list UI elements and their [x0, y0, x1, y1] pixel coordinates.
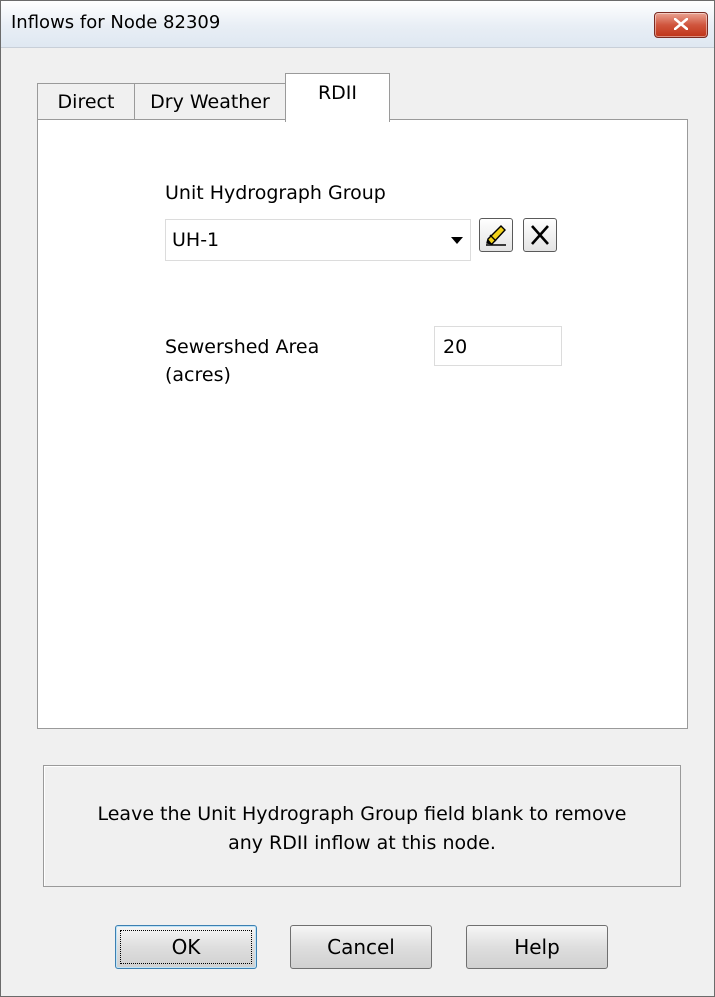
close-icon [674, 18, 688, 30]
hint-box: Leave the Unit Hydrograph Group field bl… [43, 765, 681, 887]
cancel-button-label: Cancel [327, 935, 395, 959]
tab-direct[interactable]: Direct [37, 83, 135, 120]
help-button[interactable]: Help [466, 925, 608, 969]
ok-button[interactable]: OK [115, 925, 257, 969]
hint-text: Leave the Unit Hydrograph Group field bl… [44, 800, 680, 858]
help-button-label: Help [514, 935, 560, 959]
rdii-tab-panel: Unit Hydrograph Group UH-1 Sewershed Are… [37, 119, 688, 729]
tab-rdii[interactable]: RDII [285, 73, 390, 122]
sewershed-area-input[interactable]: 20 [434, 326, 562, 366]
edit-pencil-icon [486, 225, 506, 246]
cancel-button[interactable]: Cancel [290, 925, 432, 969]
chevron-down-icon [451, 237, 463, 244]
focus-rectangle [120, 930, 252, 964]
delete-unit-hydrograph-button[interactable] [523, 218, 557, 252]
sewershed-area-label-line1: Sewershed Area [165, 336, 320, 358]
unit-hydrograph-select[interactable]: UH-1 [165, 219, 471, 261]
title-bar: Inflows for Node 82309 [1, 1, 714, 48]
hint-line1: Leave the Unit Hydrograph Group field bl… [97, 803, 627, 825]
sewershed-area-label-line2: (acres) [165, 364, 231, 386]
tab-dry-weather[interactable]: Dry Weather [134, 83, 286, 120]
close-button[interactable] [654, 12, 708, 38]
sewershed-area-label: Sewershed Area (acres) [165, 333, 319, 389]
inflows-dialog: Inflows for Node 82309 Direct Dry Weathe… [0, 0, 715, 997]
edit-unit-hydrograph-button[interactable] [479, 218, 513, 252]
unit-hydrograph-label: Unit Hydrograph Group [165, 182, 386, 204]
unit-hydrograph-value: UH-1 [172, 229, 220, 251]
hint-line2: any RDII inflow at this node. [228, 832, 496, 854]
window-title: Inflows for Node 82309 [11, 12, 221, 33]
delete-x-icon [531, 225, 549, 245]
